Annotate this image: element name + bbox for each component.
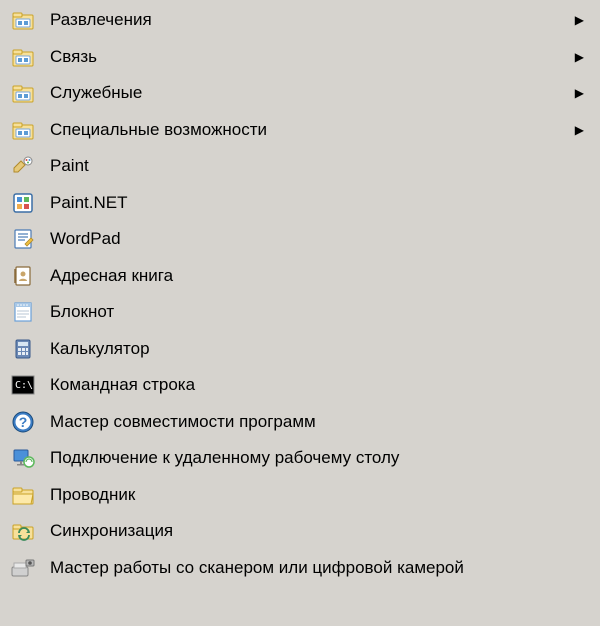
svg-text:?: ? [19, 414, 28, 430]
submenu-arrow-icon: ▶ [565, 50, 584, 64]
submenu-arrow-icon: ▶ [565, 86, 584, 100]
menu-item-label: Мастер совместимости программ [50, 412, 584, 432]
folder-group-icon [10, 7, 36, 33]
menu-item-label: Служебные [50, 83, 565, 103]
paint-net-icon [10, 190, 36, 216]
menu-item-label: WordPad [50, 229, 584, 249]
submenu-arrow-icon: ▶ [565, 123, 584, 137]
menu-item-cmd[interactable]: C:\ Командная строка [0, 367, 600, 404]
explorer-icon [10, 482, 36, 508]
menu-item-label: Мастер работы со сканером или цифровой к… [50, 558, 584, 578]
menu-item-label: Связь [50, 47, 565, 67]
menu-item-label: Paint.NET [50, 193, 584, 213]
wordpad-icon [10, 226, 36, 252]
menu-item-label: Командная строка [50, 375, 584, 395]
folder-group-icon [10, 44, 36, 70]
paint-icon [10, 153, 36, 179]
menu-item-remote-desktop[interactable]: Подключение к удаленному рабочему столу [0, 440, 600, 477]
menu-item-label: Проводник [50, 485, 584, 505]
menu-item-label: Развлечения [50, 10, 565, 30]
menu-item-label: Калькулятор [50, 339, 584, 359]
programs-menu: Развлечения▶ Связь▶ Служебные▶ Специальн… [0, 0, 600, 588]
menu-item-accessibility[interactable]: Специальные возможности▶ [0, 112, 600, 149]
menu-item-system-tools[interactable]: Служебные▶ [0, 75, 600, 112]
menu-item-scanner-camera[interactable]: Мастер работы со сканером или цифровой к… [0, 550, 600, 587]
folder-group-icon [10, 117, 36, 143]
menu-item-entertainment[interactable]: Развлечения▶ [0, 2, 600, 39]
folder-group-icon [10, 80, 36, 106]
menu-item-notepad[interactable]: Блокнот [0, 294, 600, 331]
scanner-icon [10, 555, 36, 581]
menu-item-paint-net[interactable]: Paint.NET [0, 185, 600, 222]
help-icon: ? [10, 409, 36, 435]
menu-item-sync[interactable]: Синхронизация [0, 513, 600, 550]
cmd-icon: C:\ [10, 372, 36, 398]
menu-item-label: Адресная книга [50, 266, 584, 286]
menu-item-paint[interactable]: Paint [0, 148, 600, 185]
menu-item-calculator[interactable]: Калькулятор [0, 331, 600, 368]
menu-item-explorer[interactable]: Проводник [0, 477, 600, 514]
address-book-icon [10, 263, 36, 289]
sync-icon [10, 518, 36, 544]
menu-item-compat-wizard[interactable]: ? Мастер совместимости программ [0, 404, 600, 441]
menu-item-label: Paint [50, 156, 584, 176]
calculator-icon [10, 336, 36, 362]
notepad-icon [10, 299, 36, 325]
menu-item-label: Специальные возможности [50, 120, 565, 140]
menu-item-label: Подключение к удаленному рабочему столу [50, 448, 584, 468]
remote-desktop-icon [10, 445, 36, 471]
menu-item-wordpad[interactable]: WordPad [0, 221, 600, 258]
menu-item-address-book[interactable]: Адресная книга [0, 258, 600, 295]
menu-item-label: Синхронизация [50, 521, 584, 541]
menu-item-communication[interactable]: Связь▶ [0, 39, 600, 76]
svg-text:C:\: C:\ [15, 380, 33, 391]
submenu-arrow-icon: ▶ [565, 13, 584, 27]
menu-item-label: Блокнот [50, 302, 584, 322]
